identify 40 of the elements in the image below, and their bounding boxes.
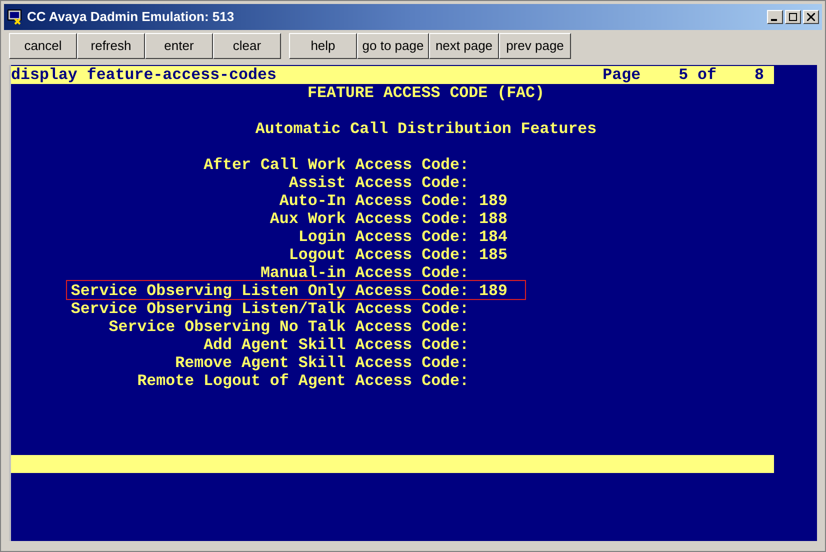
window-title: CC Avaya Dadmin Emulation: 513 [27,8,234,26]
field-value: 189 [479,192,508,210]
page-label: Page [602,66,641,84]
field-label: Service Observing Listen Only Access Code: [70,282,469,300]
field-value: 188 [479,210,508,228]
field-label: Manual-in Access Code: [260,264,469,282]
toolbar-button[interactable]: enter [145,33,213,59]
toolbar-button[interactable]: help [289,33,357,59]
toolbar-button[interactable]: clear [213,33,281,59]
minimize-button[interactable] [767,10,783,24]
toolbar-button[interactable]: go to page [357,33,429,59]
toolbar-button[interactable]: prev page [499,33,571,59]
section-title: Automatic Call Distribution Features [255,120,597,138]
field-value: 184 [479,228,508,246]
field-label: After Call Work Access Code: [204,156,469,174]
terminal-icon [7,9,23,25]
command-text: display feature-access-codes [11,66,276,84]
maximize-icon [789,13,797,21]
close-icon [807,13,815,21]
toolbar-button[interactable]: cancel [9,33,77,59]
close-button[interactable] [803,10,819,24]
of-label: of [698,66,717,84]
field-label: Add Agent Skill Access Code: [204,336,469,354]
field-label: Login Access Code: [298,228,469,246]
page-count: 8 [754,66,764,84]
maximize-button[interactable] [785,10,801,24]
field-value: 189 [479,282,508,300]
page-number: 5 [678,66,688,84]
field-label: Service Observing No Talk Access Code: [108,318,469,336]
field-value: 185 [479,246,508,264]
field-label: Assist Access Code: [288,174,469,192]
field-label: Remove Agent Skill Access Code: [175,354,469,372]
field-label: Service Observing Listen/Talk Access Code: [70,300,469,318]
field-label: Auto-In Access Code: [279,192,469,210]
toolbar-button[interactable]: refresh [77,33,145,59]
toolbar-button[interactable]: next page [429,33,499,59]
screen-title: FEATURE ACCESS CODE (FAC) [308,84,544,102]
field-label: Aux Work Access Code: [270,210,469,228]
field-label: Remote Logout of Agent Access Code: [137,372,469,390]
field-label: Logout Access Code: [288,246,469,264]
